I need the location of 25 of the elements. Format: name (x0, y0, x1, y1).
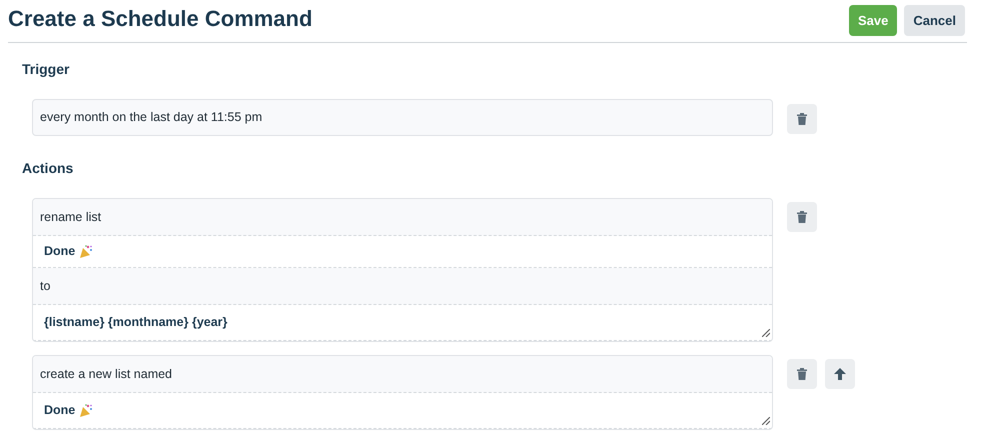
arrow-up-icon (834, 368, 846, 380)
delete-button[interactable] (787, 359, 817, 389)
trash-icon (797, 211, 807, 223)
trash-icon (797, 368, 807, 380)
delete-button[interactable] (787, 202, 817, 232)
resize-grip-icon (762, 417, 770, 425)
resize-grip-icon (762, 329, 770, 337)
trash-icon (797, 113, 807, 125)
value-field[interactable]: {listname} {monthname} {year} (33, 305, 772, 341)
action-label: create a new list named (33, 356, 772, 393)
move-up-button[interactable] (825, 359, 855, 389)
party-popper-icon (79, 404, 94, 418)
action-label: rename list (33, 199, 772, 236)
value-field[interactable]: Done (33, 393, 772, 429)
party-popper-icon (79, 244, 94, 258)
delete-button[interactable] (787, 104, 817, 134)
value-text: {listname} {monthname} {year} (44, 314, 228, 332)
section-heading: Trigger (22, 60, 70, 79)
action-label: to (33, 268, 772, 305)
section-heading: Actions (22, 159, 74, 178)
trigger-field[interactable]: every month on the last day at 11:55 pm (32, 99, 773, 136)
cancel-button[interactable]: Cancel (904, 5, 965, 36)
value-text: Done (44, 243, 76, 260)
page-title: Create a Schedule Command (8, 6, 312, 32)
value-text: Done (44, 402, 76, 420)
